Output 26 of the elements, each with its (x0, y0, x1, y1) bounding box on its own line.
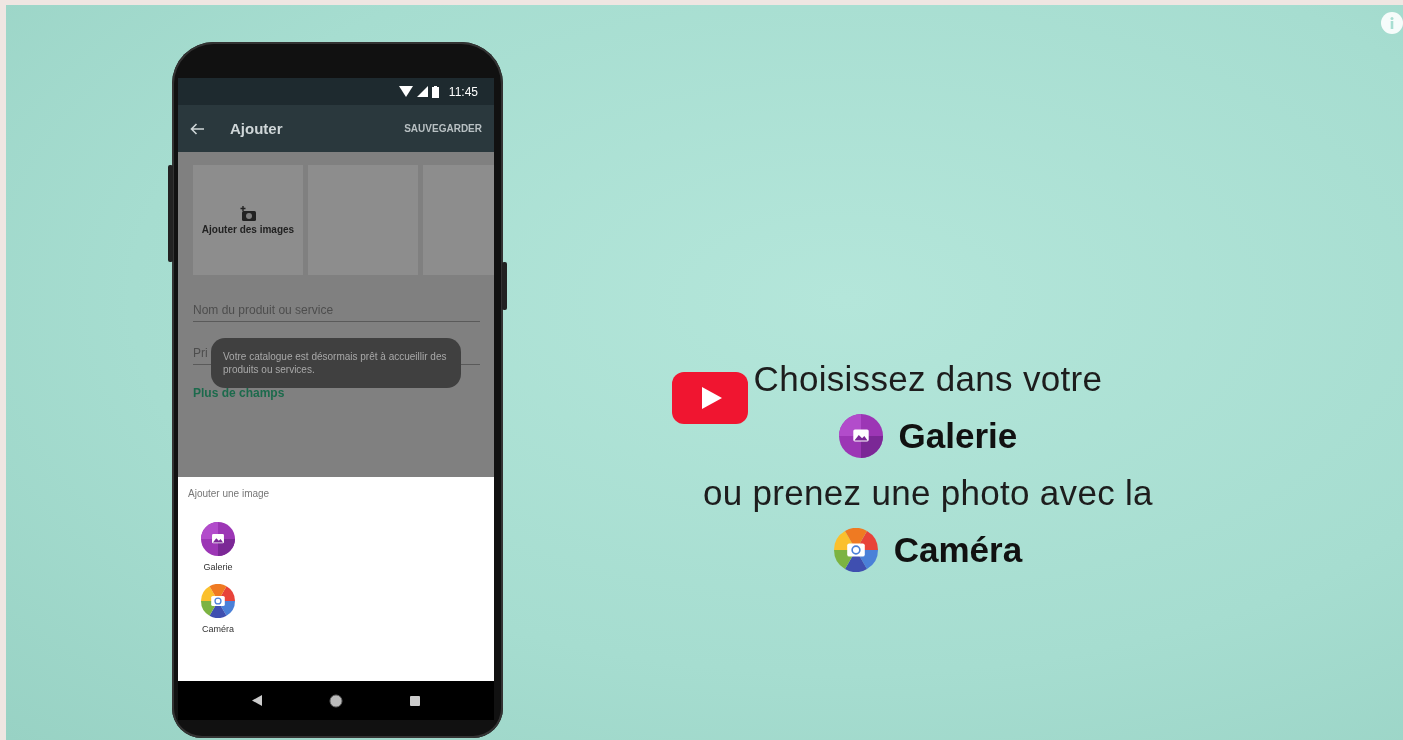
home-icon[interactable] (329, 693, 343, 708)
add-photo-icon (240, 205, 256, 221)
camera-icon (833, 527, 878, 572)
recents-icon[interactable] (410, 695, 421, 706)
sheet-title: Ajouter une image (188, 488, 271, 499)
signal-icon (416, 86, 428, 97)
add-images-tile[interactable]: Ajouter des images (193, 165, 303, 275)
caption-text: Choisissez dans votre (753, 358, 1103, 400)
play-button[interactable] (672, 372, 748, 424)
option-label[interactable]: Galerie (203, 562, 233, 572)
back-arrow-icon[interactable] (190, 122, 204, 135)
option-label[interactable]: Caméra (202, 624, 234, 634)
save-button[interactable]: SAUVEGARDER (404, 123, 482, 134)
battery-icon (431, 85, 439, 98)
camera-icon (201, 584, 235, 618)
gallery-icon (201, 522, 235, 556)
caption-heading: Galerie (898, 415, 1018, 456)
gallery-icon (838, 413, 883, 458)
play-icon (702, 387, 722, 409)
status-time: 11:45 (448, 84, 478, 99)
caption-text: ou prenez une photo avec la (703, 472, 1153, 514)
catalog-toast: Votre catalogue est désormais prêt à accueillir des produits ou services. (211, 338, 461, 388)
caption-heading: Caméra (893, 529, 1023, 570)
wifi-icon (398, 86, 413, 97)
screen-title: Ajouter (230, 120, 284, 137)
back-icon[interactable] (251, 695, 262, 706)
